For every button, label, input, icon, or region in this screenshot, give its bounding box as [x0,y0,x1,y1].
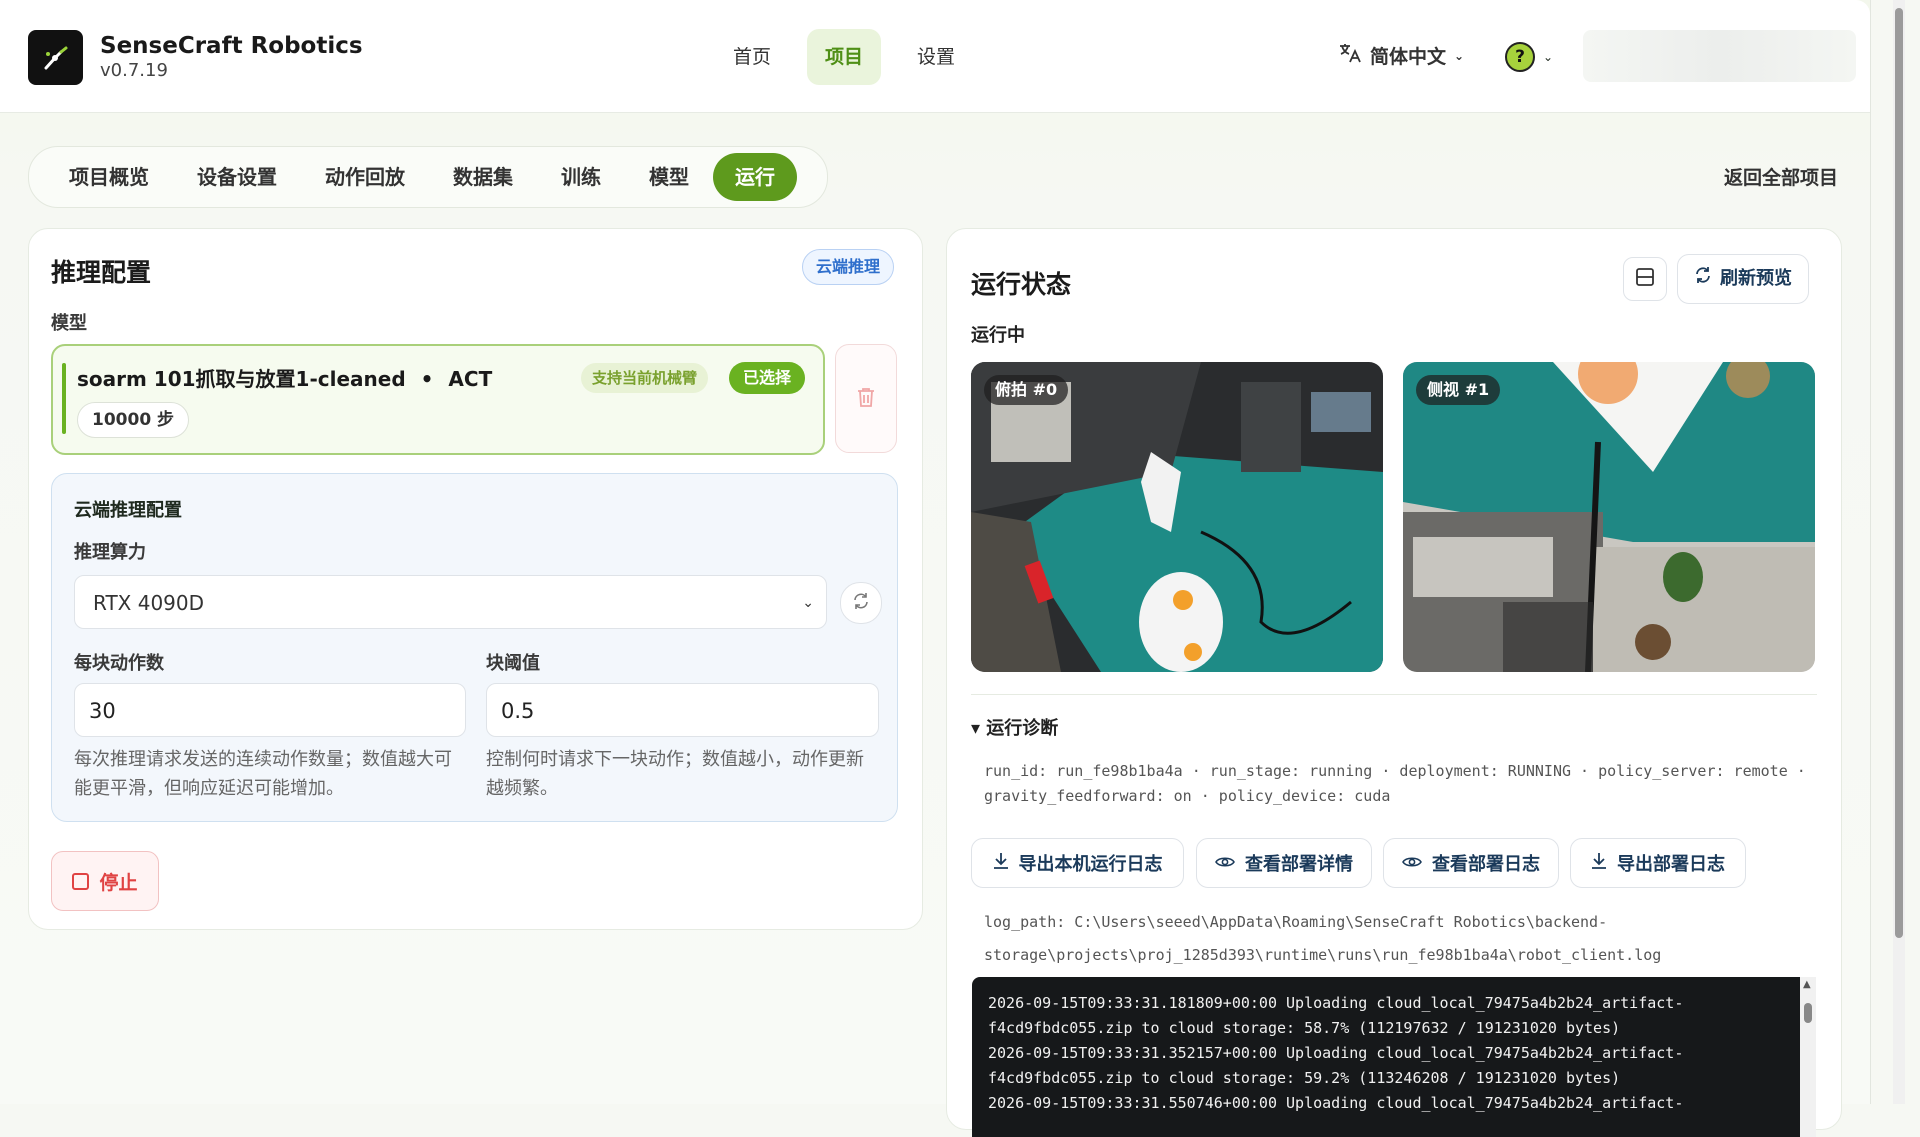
app-logo [28,30,83,85]
download-icon [1591,852,1607,875]
eye-icon [1402,853,1422,874]
export-local-log-button[interactable]: 导出本机运行日志 [971,838,1184,888]
log-line: 2026-09-15T09:33:31.352157+00:00 Uploadi… [988,1044,1684,1062]
selected-badge: 已选择 [729,362,806,394]
window-scrollbar[interactable] [1893,0,1905,1104]
chunk-size-input[interactable]: 30 [74,683,466,737]
running-label: 运行中 [971,325,1025,346]
help-icon: ? [1505,42,1535,72]
terminal-scroll-thumb[interactable] [1804,1003,1812,1023]
eye-icon [1215,853,1235,874]
chunk-threshold-label: 块阈值 [486,653,540,674]
scroll-up-arrow-icon[interactable]: ▲ [1803,979,1811,990]
stop-icon [72,872,90,890]
chevron-down-icon: ⌄ [802,595,814,611]
trash-icon [856,386,876,412]
chunk-size-hint: 每次推理请求发送的连续动作数量；数值越大可能更平滑，但响应延迟可能增加。 [74,749,452,799]
nav-settings[interactable]: 设置 [899,29,973,85]
tab-model[interactable]: 模型 [625,153,713,201]
tab-device-settings[interactable]: 设备设置 [173,153,301,201]
language-label: 简体中文 [1370,46,1447,68]
run-status-card: 运行状态 刷新预览 运行中 俯拍 #0 侧视 #1 ▾ 运行诊断 run_id:… [946,228,1842,1137]
support-arm-badge: 支持当前机械臂 [581,363,709,393]
tab-replay[interactable]: 动作回放 [301,153,429,201]
camera-label: 俯拍 #0 [984,375,1069,405]
log-line: f4cd9fbdc055.zip to cloud storage: 59.2%… [988,1069,1621,1087]
chunk-threshold-input[interactable]: 0.5 [486,683,879,737]
model-accent-bar [62,363,66,434]
log-terminal[interactable]: 2026-09-15T09:33:31.181809+00:00 Uploadi… [972,977,1800,1137]
diagnostics-line: run_id: run_fe98b1ba4a · run_stage: runn… [984,762,1806,780]
compute-label: 推理算力 [74,542,146,563]
section-divider [971,694,1817,695]
view-deploy-log-button[interactable]: 查看部署日志 [1383,838,1559,888]
chunk-threshold-hint: 控制何时请求下一块动作；数值越小，动作更新越频繁。 [486,749,864,799]
project-tabs: 项目概览 设备设置 动作回放 数据集 训练 模型 运行 [28,146,828,208]
window-scroll-thumb[interactable] [1895,8,1903,938]
camera-feed-side[interactable]: 侧视 #1 [1403,362,1815,672]
camera-label: 侧视 #1 [1416,375,1501,405]
top-header: SenseCraft Robotics v0.7.19 首页 项目 设置 简体中… [0,0,1870,113]
inference-config-card: 推理配置 云端推理 模型 soarm 101抓取与放置1-cleaned • A… [28,228,923,930]
camera-feed-top[interactable]: 俯拍 #0 [971,362,1383,672]
diagnostics-line: gravity_feedforward: on · policy_device:… [984,787,1391,805]
refresh-preview-button[interactable]: 刷新预览 [1677,254,1809,304]
tab-dataset[interactable]: 数据集 [429,153,537,201]
chevron-down-icon: ⌄ [1454,48,1465,63]
app-name: SenseCraft Robotics [100,33,363,59]
stop-button[interactable]: 停止 [51,851,159,911]
cloud-config-title: 云端推理配置 [74,500,182,521]
layout-icon [1635,267,1655,291]
chunk-size-label: 每块动作数 [74,653,164,674]
log-line: f4cd9fbdc055.zip to cloud storage: 58.7%… [988,1019,1621,1037]
refresh-compute-button[interactable] [840,582,882,624]
refresh-icon [852,592,870,614]
cloud-inference-badge: 云端推理 [802,249,895,285]
log-line: 2026-09-15T09:33:31.181809+00:00 Uploadi… [988,994,1684,1012]
tab-training[interactable]: 训练 [537,153,625,201]
model-title: soarm 101抓取与放置1-cleaned • ACT [77,367,493,391]
delete-model-button[interactable] [835,344,897,453]
terminal-scrollbar[interactable]: ▲ [1800,977,1816,1137]
refresh-icon [1694,255,1712,303]
layout-toggle-button[interactable] [1623,257,1667,301]
translate-icon [1338,42,1362,69]
camera-top-image [971,362,1383,672]
download-icon [993,852,1009,875]
app-version: v0.7.19 [100,60,168,81]
tab-run[interactable]: 运行 [713,153,797,201]
compute-select[interactable]: RTX 4090D ⌄ [74,575,827,629]
inference-config-title: 推理配置 [51,258,152,287]
help-menu[interactable]: ? ⌄ [1505,42,1553,72]
log-path-line: log_path: C:\Users\seeed\AppData\Roaming… [984,913,1608,931]
chevron-down-icon: ⌄ [1543,50,1554,64]
steps-badge: 10000 步 [77,402,190,438]
log-path-line: storage\projects\proj_1285d393\runtime\r… [984,946,1662,964]
nav-projects[interactable]: 项目 [807,29,882,85]
camera-side-image [1403,362,1815,672]
language-switcher[interactable]: 简体中文 ⌄ [1338,42,1464,69]
export-deploy-log-button[interactable]: 导出部署日志 [1570,838,1746,888]
main-nav: 首页 项目 设置 [715,29,973,85]
tab-overview[interactable]: 项目概览 [45,153,173,201]
model-label: 模型 [51,313,87,334]
view-deploy-detail-button[interactable]: 查看部署详情 [1196,838,1372,888]
run-status-title: 运行状态 [971,270,1072,299]
app-frame: SenseCraft Robotics v0.7.19 首页 项目 设置 简体中… [0,0,1871,1137]
user-area[interactable] [1583,30,1856,82]
back-to-all-projects[interactable]: 返回全部项目 [1724,163,1838,190]
diagnostics-toggle[interactable]: ▾ 运行诊断 [971,714,1058,740]
cloud-config-panel: 云端推理配置 推理算力 RTX 4090D ⌄ 每块动作数 30 每次推理请求发… [51,473,898,822]
nav-home[interactable]: 首页 [715,29,789,85]
selected-model-card[interactable]: soarm 101抓取与放置1-cleaned • ACT 支持当前机械臂 已选… [51,344,825,455]
